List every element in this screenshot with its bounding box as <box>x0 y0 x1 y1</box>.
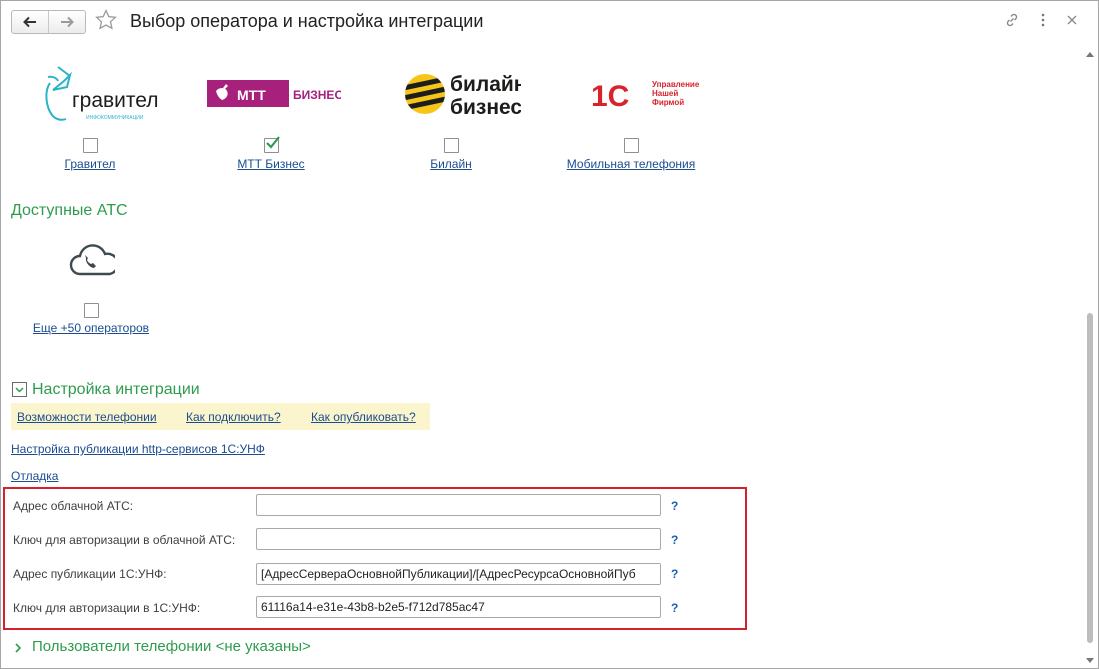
beeline-business-logo: билайн бизнес <box>356 57 546 131</box>
svg-text:гравител: гравител <box>72 89 159 112</box>
field-label: Адрес облачной АТС: <box>13 499 134 513</box>
arrow-left-icon <box>23 16 36 28</box>
ats-checkbox[interactable] <box>84 303 99 318</box>
forward-button[interactable] <box>48 11 85 33</box>
scroll-up-button[interactable] <box>1083 47 1097 61</box>
operator-beeline: билайн бизнес Билайн <box>356 57 546 182</box>
chevron-right-icon <box>15 643 22 653</box>
operator-label[interactable]: МТТ Бизнес <box>237 157 304 171</box>
svg-text:Фирмой: Фирмой <box>652 98 684 107</box>
cloud-pbx-address-input[interactable] <box>256 494 661 516</box>
operator-label[interactable]: Мобильная телефония <box>567 157 695 171</box>
svg-text:МТТ: МТТ <box>237 87 266 103</box>
help-icon[interactable]: ? <box>671 533 678 547</box>
integration-collapse-toggle[interactable] <box>12 382 27 397</box>
debug-link[interactable]: Отладка <box>11 469 58 483</box>
more-button[interactable] <box>1034 11 1052 29</box>
field-label: Адрес публикации 1С:УНФ: <box>13 567 167 581</box>
chevron-down-icon <box>15 386 24 393</box>
svg-text:бизнес: бизнес <box>450 96 521 119</box>
link-icon <box>1006 13 1018 27</box>
tab-how-to-publish[interactable]: Как опубликовать? <box>311 410 416 424</box>
operator-checkbox[interactable] <box>83 138 98 153</box>
operator-gravitel: гравител ИНФОКОММУНИКАЦИИ Гравител <box>1 57 185 182</box>
vertical-scrollbar[interactable] <box>1083 47 1097 667</box>
help-links-bar: Возможности телефонии Как подключить? Ка… <box>11 403 430 430</box>
help-icon[interactable]: ? <box>671 567 678 581</box>
svg-text:Нашей: Нашей <box>652 89 678 98</box>
integration-section-title: Настройка интеграции <box>32 381 200 398</box>
triangle-down-icon <box>1086 657 1094 663</box>
favorite-button[interactable] <box>94 8 118 32</box>
star-icon <box>95 8 117 30</box>
copy-link-button[interactable] <box>1003 11 1021 29</box>
back-button[interactable] <box>12 11 48 33</box>
arrow-right-icon <box>61 16 74 28</box>
operator-checkbox[interactable] <box>624 138 639 153</box>
ats-section-title: Доступные АТС <box>11 202 128 219</box>
unf-logo: 1С Управление Нашей Фирмой <box>536 57 726 131</box>
svg-text:1С: 1С <box>591 80 629 113</box>
mtt-business-logo: МТТ БИЗНЕС <box>176 57 366 131</box>
svg-text:ИНФОКОММУНИКАЦИИ: ИНФОКОММУНИКАЦИИ <box>86 115 144 121</box>
unf-auth-key-input[interactable]: 61116a14-e31e-43b8-b2e5-f712d785ac47 <box>256 596 661 618</box>
unf-publication-address-input[interactable]: [АдресСервераОсновнойПубликации]/[АдресР… <box>256 563 661 585</box>
navigation-buttons <box>11 10 86 34</box>
operator-checkbox[interactable] <box>444 138 459 153</box>
gravitel-logo: гравител ИНФОКОММУНИКАЦИИ <box>1 57 185 131</box>
window-title: Выбор оператора и настройка интеграции <box>130 11 484 31</box>
app-window: Выбор оператора и настройка интеграции г… <box>0 0 1099 669</box>
svg-text:билайн: билайн <box>450 73 521 96</box>
more-vertical-icon <box>1041 13 1045 27</box>
cloud-phone-icon <box>67 241 119 279</box>
tab-how-to-connect[interactable]: Как подключить? <box>186 410 281 424</box>
operator-mobile: 1С Управление Нашей Фирмой Мобильная тел… <box>536 57 726 182</box>
help-icon[interactable]: ? <box>671 601 678 615</box>
field-label: Ключ для авторизации в 1С:УНФ: <box>13 601 201 615</box>
operator-label[interactable]: Билайн <box>430 157 472 171</box>
users-expand-toggle[interactable] <box>14 642 24 654</box>
cloud-pbx-auth-key-input[interactable] <box>256 528 661 550</box>
integration-fields-group: Адрес облачной АТС: ? Ключ для авторизац… <box>3 487 747 630</box>
help-icon[interactable]: ? <box>671 499 678 513</box>
svg-text:Управление: Управление <box>652 80 700 89</box>
users-section-title[interactable]: Пользователи телефонии <не указаны> <box>32 638 311 655</box>
operator-checkbox[interactable] <box>264 136 280 153</box>
publish-settings-link[interactable]: Настройка публикации http-сервисов 1С:УН… <box>11 442 265 456</box>
scroll-thumb[interactable] <box>1087 313 1093 643</box>
scroll-down-button[interactable] <box>1083 653 1097 667</box>
triangle-up-icon <box>1086 51 1094 57</box>
tab-telephony-features[interactable]: Возможности телефонии <box>17 410 157 424</box>
close-icon <box>1067 15 1077 25</box>
checkmark-icon <box>266 136 280 149</box>
field-label: Ключ для авторизации в облачной АТС: <box>13 533 236 547</box>
operator-label[interactable]: Гравител <box>65 157 116 171</box>
operator-mtt: МТТ БИЗНЕС МТТ Бизнес <box>176 57 366 182</box>
svg-text:БИЗНЕС: БИЗНЕС <box>293 88 341 102</box>
more-operators-link[interactable]: Еще +50 операторов <box>33 321 149 335</box>
close-button[interactable] <box>1063 11 1081 29</box>
